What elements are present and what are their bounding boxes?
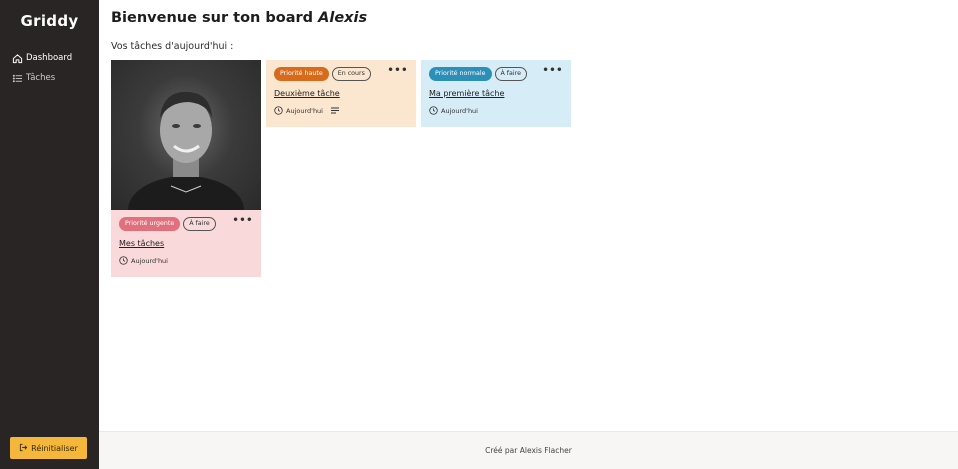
more-options-icon[interactable]: ••• [542,66,563,76]
user-name: Alexis [318,10,368,26]
clock-icon [274,106,283,115]
page-title-prefix: Bienvenue sur ton board [111,10,314,26]
sidebar-item-dashboard[interactable]: Dashboard [0,48,99,68]
page-title: Bienvenue sur ton board Alexis [111,10,367,26]
task-meta: Aujourd'hui [274,106,408,115]
reset-button[interactable]: Réinitialiser [10,437,87,459]
sidebar-item-label: Dashboard [26,53,73,63]
sidebar-item-label: Tâches [26,73,56,83]
sidebar-nav: Dashboard Tâches [0,48,99,88]
app: Griddy Dashboard Tâches Réinitialiser Bi… [0,0,958,469]
main-content: Bienvenue sur ton board Alexis Vos tâche… [99,0,958,469]
task-date: Aujourd'hui [131,256,168,265]
sidebar: Griddy Dashboard Tâches Réinitialiser [0,0,99,469]
status-badge: À faire [183,217,216,231]
task-card-body: Priorité normale À faire ••• Ma première… [421,60,571,127]
task-title-link[interactable]: Ma première tâche [429,89,504,98]
task-cover-image [111,60,261,210]
task-card[interactable]: Priorité urgente À faire ••• Mes tâches … [111,60,261,277]
task-card-body: Priorité urgente À faire ••• Mes tâches … [111,210,261,277]
more-options-icon[interactable]: ••• [387,66,408,76]
priority-badge: Priorité normale [429,67,492,81]
clock-icon [119,256,128,265]
logout-icon [19,443,28,454]
reset-button-label: Réinitialiser [31,443,78,453]
task-meta: Aujourd'hui [429,106,563,115]
task-title-link[interactable]: Mes tâches [119,239,164,248]
priority-badge: Priorité haute [274,67,329,81]
priority-badge: Priorité urgente [119,217,181,231]
clock-icon [429,106,438,115]
task-card-body: Priorité haute En cours ••• Deuxième tâc… [266,60,416,127]
status-badge: À faire [494,67,527,81]
task-card[interactable]: Priorité normale À faire ••• Ma première… [421,60,571,127]
status-badge: En cours [331,67,371,81]
sidebar-item-taches[interactable]: Tâches [0,68,99,88]
app-logo: Griddy [20,12,79,30]
task-date: Aujourd'hui [441,106,478,115]
section-subtitle: Vos tâches d'aujourd'hui : [111,41,234,52]
description-icon [331,107,339,114]
footer-credit: Créé par Alexis Flacher [485,446,572,455]
home-icon [11,52,23,64]
more-options-icon[interactable]: ••• [232,216,253,226]
page-footer: Créé par Alexis Flacher [99,431,958,469]
task-card[interactable]: Priorité haute En cours ••• Deuxième tâc… [266,60,416,127]
task-title-link[interactable]: Deuxième tâche [274,89,340,98]
list-icon [11,72,23,84]
task-meta: Aujourd'hui [119,256,253,265]
task-date: Aujourd'hui [286,106,323,115]
